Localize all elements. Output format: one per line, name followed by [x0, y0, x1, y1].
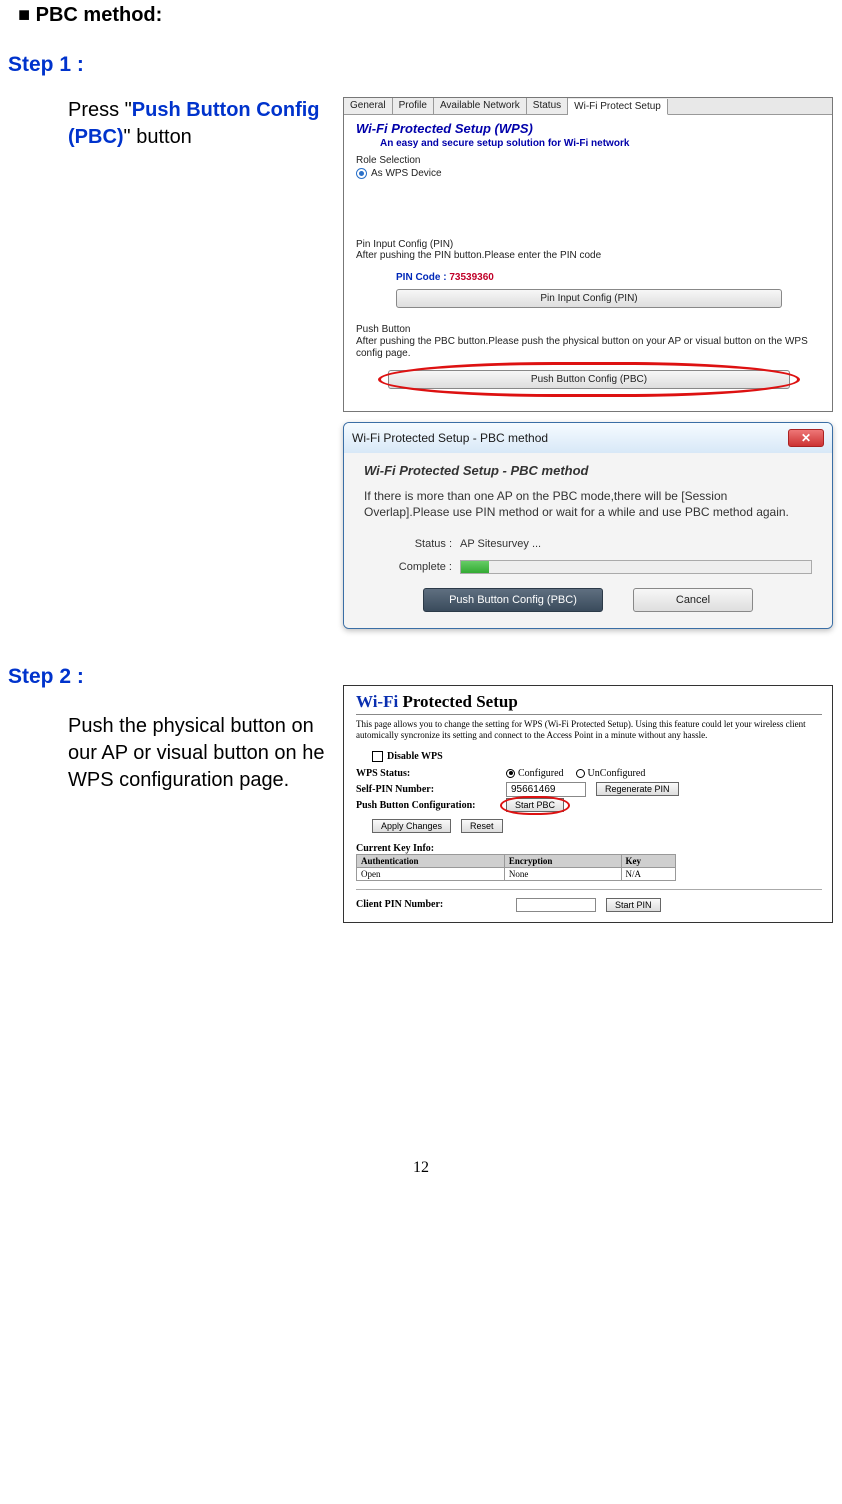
self-pin-label: Self-PIN Number:: [356, 784, 506, 795]
divider: [356, 889, 822, 890]
status-label: Status :: [374, 538, 452, 550]
status-value: AP Sitesurvey ...: [460, 538, 541, 550]
pbc-config-label: Push Button Configuration:: [356, 800, 506, 811]
radio-configured[interactable]: [506, 769, 515, 778]
radio-unconfigured[interactable]: [576, 769, 585, 778]
close-button[interactable]: ✕: [788, 429, 824, 447]
role-selection-label: Role Selection: [356, 155, 822, 166]
tab-wifi-protect-setup[interactable]: Wi-Fi Protect Setup: [568, 99, 668, 115]
section-heading: ■ PBC method:: [18, 4, 834, 27]
pin-section-title: Pin Input Config (PIN): [356, 239, 822, 250]
current-key-info-label: Current Key Info:: [356, 843, 822, 854]
wps-utility-panel: General Profile Available Network Status…: [343, 97, 833, 412]
wps-subtitle: An easy and secure setup solution for Wi…: [380, 138, 822, 149]
radio-unconfigured-label: UnConfigured: [588, 768, 646, 779]
step1-instr-pre: Press ": [68, 99, 132, 121]
step1-heading: Step 1 :: [8, 53, 834, 77]
radio-configured-label: Configured: [518, 768, 564, 779]
td-key: N/A: [621, 867, 675, 880]
apply-changes-button[interactable]: Apply Changes: [372, 819, 451, 833]
router-title: Wi-Fi Protected Setup: [356, 692, 822, 715]
step1-instruction: Press "Push Button Config (PBC)" button: [68, 97, 335, 151]
start-pbc-button[interactable]: Start PBC: [506, 798, 564, 812]
complete-label: Complete :: [374, 561, 452, 573]
pbc-dialog: Wi-Fi Protected Setup - PBC method ✕ Wi-…: [343, 422, 833, 629]
tab-profile[interactable]: Profile: [393, 98, 434, 114]
progress-fill: [461, 561, 489, 573]
tab-bar: General Profile Available Network Status…: [344, 98, 832, 115]
wps-status-label: WPS Status:: [356, 768, 506, 779]
radio-as-wps-device[interactable]: [356, 168, 367, 179]
reset-button[interactable]: Reset: [461, 819, 503, 833]
table-row: Open None N/A: [357, 867, 676, 880]
th-auth: Authentication: [357, 854, 505, 867]
dialog-pbc-button[interactable]: Push Button Config (PBC): [423, 588, 603, 612]
th-key: Key: [621, 854, 675, 867]
router-wps-page: Wi-Fi Protected Setup This page allows y…: [343, 685, 833, 923]
td-enc: None: [504, 867, 621, 880]
router-desc: This page allows you to change the setti…: [356, 719, 822, 741]
self-pin-value: 95661469: [506, 782, 586, 797]
tab-status[interactable]: Status: [527, 98, 568, 114]
tab-general[interactable]: General: [344, 98, 393, 114]
router-title-rest: Protected Setup: [398, 692, 518, 711]
page-number: 12: [8, 1159, 834, 1185]
disable-wps-label: Disable WPS: [387, 751, 443, 762]
dialog-title: Wi-Fi Protected Setup - PBC method: [352, 431, 548, 445]
tab-available-network[interactable]: Available Network: [434, 98, 527, 114]
pin-code-label: PIN Code :: [396, 272, 447, 283]
pin-input-config-button[interactable]: Pin Input Config (PIN): [396, 289, 782, 308]
start-pin-button[interactable]: Start PIN: [606, 898, 661, 912]
pbc-section-desc: After pushing the PBC button.Please push…: [356, 336, 822, 360]
th-enc: Encryption: [504, 854, 621, 867]
router-title-wifi: Wi-Fi: [356, 692, 398, 711]
pin-section-desc: After pushing the PIN button.Please ente…: [356, 250, 822, 262]
radio-as-wps-device-label: As WPS Device: [371, 168, 442, 179]
dialog-cancel-button[interactable]: Cancel: [633, 588, 753, 612]
dialog-text: If there is more than one AP on the PBC …: [364, 488, 812, 520]
pbc-section-title: Push Button: [356, 324, 822, 336]
progress-bar: [460, 560, 812, 574]
client-pin-input[interactable]: [516, 898, 596, 912]
regenerate-pin-button[interactable]: Regenerate PIN: [596, 782, 679, 796]
table-header-row: Authentication Encryption Key: [357, 854, 676, 867]
step1-instr-post: " button: [124, 126, 192, 148]
td-auth: Open: [357, 867, 505, 880]
pin-code-value: 73539360: [449, 272, 494, 283]
push-button-config-button[interactable]: Push Button Config (PBC): [388, 370, 790, 389]
disable-wps-checkbox[interactable]: [372, 751, 383, 762]
client-pin-label: Client PIN Number:: [356, 899, 506, 910]
dialog-heading: Wi-Fi Protected Setup - PBC method: [364, 463, 812, 478]
wps-title: Wi-Fi Protected Setup (WPS): [356, 121, 822, 136]
step2-instruction: Push the physical button on our AP or vi…: [68, 713, 335, 794]
close-icon: ✕: [801, 431, 811, 445]
key-info-table: Authentication Encryption Key Open None …: [356, 854, 676, 881]
